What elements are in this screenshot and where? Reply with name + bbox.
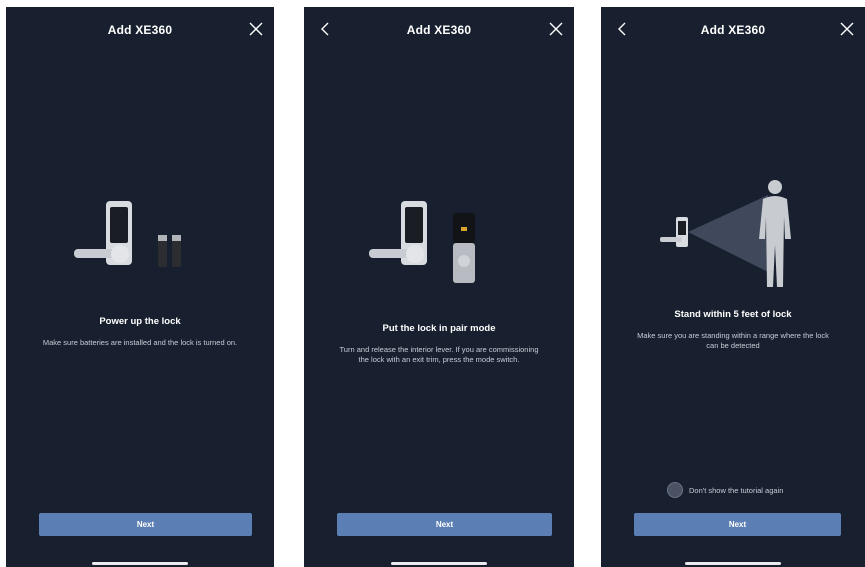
close-icon[interactable] bbox=[246, 19, 266, 39]
header: Add XE360 bbox=[601, 7, 865, 53]
step-description: Make sure batteries are installed and th… bbox=[42, 338, 238, 347]
screen-power-up: Add XE360 Power up the lock Make sure ba… bbox=[6, 7, 274, 567]
next-button[interactable]: Next bbox=[39, 513, 252, 536]
screen-pair-mode: Add XE360 Put the lock in pair mode Turn… bbox=[304, 7, 574, 567]
page-title: Add XE360 bbox=[700, 23, 766, 37]
step-description: Make sure you are standing within a rang… bbox=[637, 331, 829, 350]
close-icon[interactable] bbox=[546, 19, 566, 39]
step-description: Turn and release the interior lever. If … bbox=[339, 345, 539, 364]
page-title: Add XE360 bbox=[107, 23, 173, 37]
lock-with-batteries-illustration bbox=[6, 187, 274, 307]
screen-stand-near-lock: Add XE360 Stand within 5 feet of lock Ma… bbox=[601, 7, 865, 567]
checkbox-circle[interactable] bbox=[667, 482, 683, 498]
header: Add XE360 bbox=[6, 7, 274, 53]
home-indicator bbox=[685, 562, 781, 565]
step-heading: Put the lock in pair mode bbox=[382, 323, 496, 334]
next-button[interactable]: Next bbox=[634, 513, 841, 536]
home-indicator bbox=[391, 562, 487, 565]
lock-with-exit-trim-illustration bbox=[304, 187, 574, 307]
step-heading: Power up the lock bbox=[99, 316, 181, 327]
next-button[interactable]: Next bbox=[337, 513, 552, 536]
person-near-lock-illustration bbox=[601, 177, 865, 297]
home-indicator bbox=[92, 562, 188, 565]
step-heading: Stand within 5 feet of lock bbox=[674, 309, 792, 320]
checkbox-label: Don't show the tutorial again bbox=[689, 486, 784, 495]
close-icon[interactable] bbox=[837, 19, 857, 39]
page-title: Add XE360 bbox=[406, 23, 472, 37]
header: Add XE360 bbox=[304, 7, 574, 53]
dont-show-tutorial-checkbox[interactable]: Don't show the tutorial again bbox=[667, 482, 865, 500]
